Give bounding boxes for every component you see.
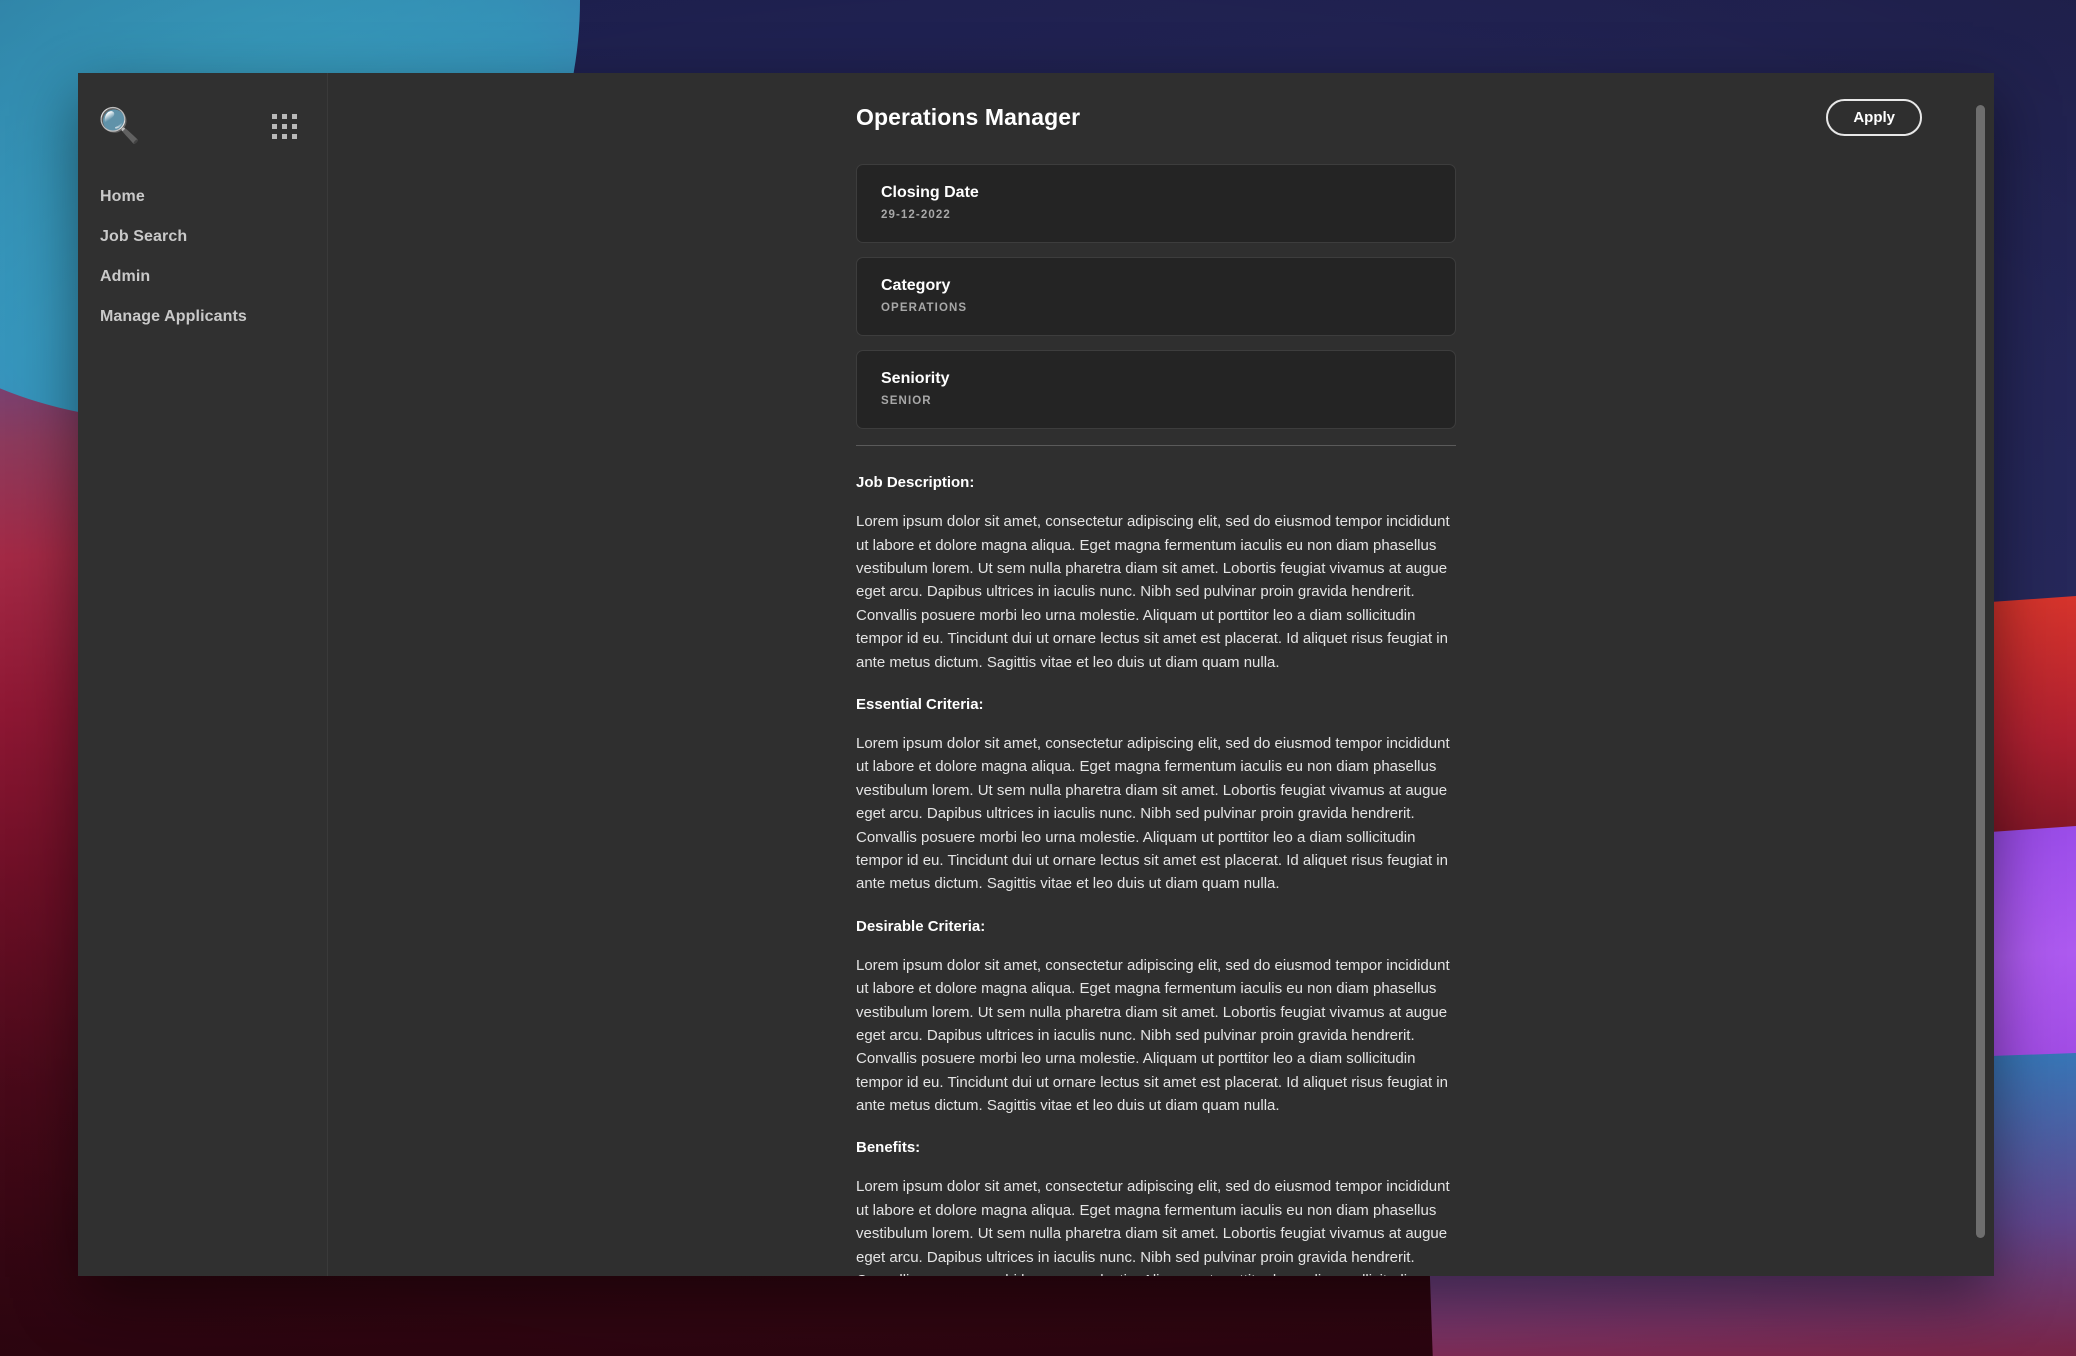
magnifier-icon[interactable]: 🔍 (98, 109, 140, 143)
grid-dot (272, 113, 277, 119)
grid-dot (292, 113, 297, 119)
section-divider (856, 445, 1456, 447)
grid-dot (292, 123, 297, 129)
section-body-job-description: Lorem ipsum dolor sit amet, consectetur … (856, 513, 1450, 671)
section-heading-essential-criteria: Essential Criteria: (856, 695, 984, 713)
info-card-value: 29-12-2022 (881, 209, 951, 222)
scrollbar-thumb[interactable] (1976, 105, 1985, 1238)
sidebar-nav: Home Job Search Admin Manage Applicants (78, 177, 327, 337)
section-body-essential-criteria: Lorem ipsum dolor sit amet, consectetur … (856, 734, 1450, 893)
page-header: Operations Manager Apply (328, 73, 1994, 137)
sidebar: 🔍 Home Job Search Admin Manage Applicant… (78, 73, 328, 1276)
info-card-title: Closing Date (881, 184, 979, 202)
grid-dot (272, 133, 277, 139)
app-window: 🔍 Home Job Search Admin Manage Applicant… (78, 73, 1994, 1276)
section-body-benefits: Lorem ipsum dolor sit amet, consectetur … (856, 1178, 1450, 1276)
sidebar-item-job-search[interactable]: Job Search (78, 217, 327, 257)
info-card-title: Seniority (881, 370, 950, 388)
main-content: Operations Manager Apply Closing Date 29… (328, 73, 1994, 1276)
info-card-value: OPERATIONS (881, 302, 968, 315)
grid-dot (292, 133, 297, 139)
sidebar-item-manage-applicants[interactable]: Manage Applicants (78, 297, 327, 337)
section-heading-benefits: Benefits: (856, 1139, 921, 1157)
grid-dot (282, 123, 287, 129)
sidebar-item-home[interactable]: Home (78, 177, 327, 217)
info-card-title: Category (881, 277, 951, 295)
sidebar-item-admin[interactable]: Admin (78, 257, 327, 297)
info-card-category: Category OPERATIONS (856, 257, 1456, 337)
section-heading-desirable-criteria: Desirable Criteria: (856, 917, 986, 935)
info-card-seniority: Seniority SENIOR (856, 350, 1456, 430)
grid-dot (272, 123, 277, 129)
grid-dot (282, 133, 287, 139)
section-body-desirable-criteria: Lorem ipsum dolor sit amet, consectetur … (856, 956, 1450, 1115)
sidebar-header: 🔍 (78, 95, 327, 157)
section-heading-job-description: Job Description: (856, 474, 975, 492)
page-title: Operations Manager (856, 104, 1081, 131)
apps-grid-icon[interactable] (272, 113, 297, 139)
scrollbar-track[interactable] (1974, 73, 1988, 1276)
apply-button[interactable]: Apply (1826, 99, 1922, 137)
info-card-closing-date: Closing Date 29-12-2022 (856, 164, 1456, 244)
job-detail-content: Closing Date 29-12-2022 Category OPERATI… (328, 136, 1994, 1276)
info-card-value: SENIOR (881, 395, 932, 408)
grid-dot (282, 113, 287, 119)
